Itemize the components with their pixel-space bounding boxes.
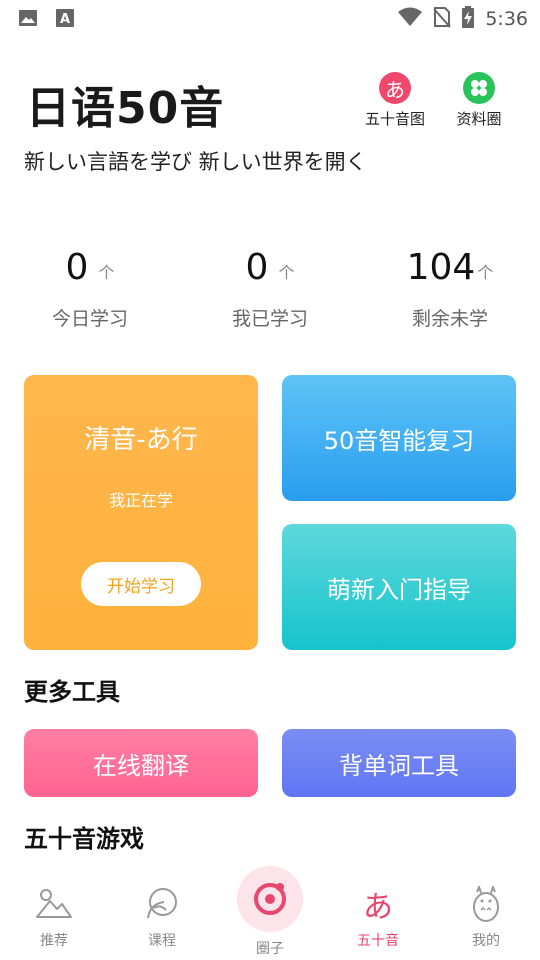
resource-circle-label: 资料圈 — [456, 110, 502, 128]
nav-circle[interactable] — [237, 866, 303, 932]
stat-value: 0 — [65, 247, 89, 288]
font-icon: A — [56, 8, 74, 32]
stat-value: 104 — [406, 247, 476, 288]
vocabulary-tool-button[interactable]: 背单词工具 — [282, 729, 516, 797]
resource-circle-button[interactable]: 资料圈 — [444, 72, 514, 129]
stat-unit: 个 — [278, 263, 295, 282]
stat-unit: 个 — [98, 263, 115, 282]
app-subtitle: 新しい言語を学び 新しい世界を開く — [24, 150, 367, 174]
hiragana-a-icon: あ — [363, 890, 393, 925]
nav-circle-label: 圈子 — [256, 941, 284, 957]
more-tools-heading: 更多工具 — [24, 678, 120, 706]
kana-chart-button[interactable]: あ 五十音图 — [360, 72, 430, 129]
nav-label: 课程 — [148, 933, 176, 949]
stat-learned: 0 个 我已学习 — [180, 244, 360, 331]
status-bar: A 5:36 — [0, 0, 540, 36]
nav-label: 五十音 — [357, 933, 399, 949]
smart-review-card[interactable]: 50音智能复习 — [282, 375, 516, 501]
leaf-bubble-icon — [142, 884, 182, 924]
stat-remaining: 104 个 剩余未学 — [360, 244, 540, 331]
nav-recommend[interactable]: 推荐 — [9, 884, 99, 950]
stat-label: 今日学习 — [51, 308, 128, 330]
stat-label: 剩余未学 — [411, 308, 488, 330]
stat-value: 0 — [245, 247, 269, 288]
stats-row: 0 个 今日学习 0 个 我已学习 104 个 剩余未学 — [0, 244, 540, 331]
svg-text:A: A — [60, 12, 70, 27]
nav-profile[interactable]: 我的 — [441, 884, 531, 950]
online-translate-button[interactable]: 在线翻译 — [24, 729, 258, 797]
nav-label: 推荐 — [40, 933, 68, 949]
clover-icon — [463, 72, 495, 104]
bottom-nav: 推荐 课程 圈子 あ 五十音 我的 — [0, 866, 540, 960]
beginner-guide-card[interactable]: 萌新入门指导 — [282, 524, 516, 650]
header-actions: あ 五十音图 资料圈 — [360, 72, 514, 129]
circle-dot-icon — [254, 883, 286, 915]
image-icon — [18, 8, 38, 32]
start-learning-button[interactable]: 开始学习 — [81, 562, 201, 606]
battery-charging-icon — [461, 6, 475, 32]
app-title: 日语50音 — [26, 83, 225, 134]
current-lesson-card[interactable]: 清音-あ行 我正在学 开始学习 — [24, 375, 258, 650]
kana-games-heading: 五十音游戏 — [24, 825, 144, 853]
stat-label: 我已学习 — [231, 308, 308, 330]
stat-unit: 个 — [477, 263, 494, 282]
mountain-icon — [34, 884, 74, 924]
stat-today: 0 个 今日学习 — [0, 244, 180, 331]
no-sim-icon — [433, 6, 452, 32]
current-lesson-status: 我正在学 — [108, 491, 173, 510]
clock: 5:36 — [485, 8, 528, 30]
totoro-icon — [466, 884, 506, 924]
hiragana-a-icon: あ — [379, 72, 411, 104]
kana-chart-label: 五十音图 — [364, 110, 425, 128]
wifi-icon — [397, 7, 423, 31]
current-lesson-title: 清音-あ行 — [84, 425, 198, 455]
nav-courses[interactable]: 课程 — [117, 884, 207, 950]
nav-gojuon[interactable]: あ 五十音 — [333, 884, 423, 950]
nav-label: 我的 — [472, 933, 500, 949]
